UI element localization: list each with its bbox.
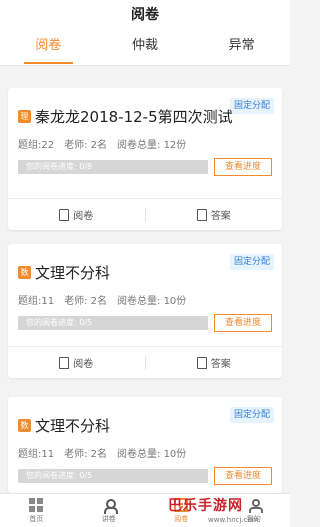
nav-home[interactable]: 首页	[0, 494, 73, 527]
answer-doc-icon	[196, 208, 207, 221]
teacher-count: 老师: 2名	[64, 449, 108, 460]
nav-review[interactable]: 阅卷	[145, 494, 218, 527]
app-screen: 阅卷 阅卷 仲裁 异常 固定分配 理 秦龙龙2018-12-5第四次测试 题组:…	[0, 0, 290, 527]
nav-mine[interactable]: 我的	[218, 494, 291, 527]
exam-title: 数 文理不分科	[18, 415, 212, 436]
tab-exception[interactable]: 异常	[193, 30, 290, 65]
total-review-count: 阅卷总量: 12份	[117, 140, 187, 151]
review-action-label: 阅卷	[73, 211, 94, 222]
teacher-count: 老师: 2名	[64, 140, 108, 151]
exam-title: 理 秦龙龙2018-12-5第四次测试	[18, 106, 233, 127]
answer-action-button[interactable]: 答案	[146, 355, 283, 370]
nav-lecture-label: 讲卷	[101, 514, 116, 523]
review-progress-text: 您的阅卷进度: 0/8	[26, 162, 93, 171]
allocation-tag: 固定分配	[229, 254, 274, 270]
question-group-count: 题组:22	[18, 140, 55, 151]
grid-icon	[29, 497, 44, 512]
nav-mine-label: 我的	[246, 514, 261, 523]
review-action-button[interactable]: 阅卷	[8, 207, 145, 222]
nav-review-label: 阅卷	[174, 514, 189, 523]
answer-doc-icon	[196, 356, 207, 369]
card-actions: 阅卷 答案	[8, 346, 282, 378]
allocation-tag: 固定分配	[229, 98, 274, 114]
view-progress-button[interactable]: 查看进度	[214, 158, 272, 176]
exam-meta: 题组:11 老师: 2名 阅卷总量: 10份	[18, 292, 186, 307]
exam-card: 固定分配 数 文理不分科 题组:11 老师: 2名 阅卷总量: 10份 您的阅卷…	[8, 397, 282, 493]
total-review-count: 阅卷总量: 10份	[117, 449, 187, 460]
review-progress-text: 您的阅卷进度: 0/5	[26, 318, 93, 327]
question-group-count: 题组:11	[18, 296, 55, 307]
allocation-tag: 固定分配	[229, 407, 274, 423]
review-doc-icon	[59, 208, 70, 221]
answer-action-label: 答案	[210, 359, 231, 370]
review-action-label: 阅卷	[73, 359, 94, 370]
answer-action-label: 答案	[210, 211, 231, 222]
page-title: 阅卷	[0, 0, 290, 30]
review-doc-icon	[59, 356, 70, 369]
teacher-count: 老师: 2名	[64, 296, 108, 307]
review-progress-text: 您的阅卷进度: 0/5	[26, 471, 93, 480]
exam-card: 固定分配 数 文理不分科 题组:11 老师: 2名 阅卷总量: 10份 您的阅卷…	[8, 244, 282, 378]
exam-card: 固定分配 理 秦龙龙2018-12-5第四次测试 题组:22 老师: 2名 阅卷…	[8, 88, 282, 230]
view-progress-button[interactable]: 查看进度	[214, 467, 272, 485]
subject-badge: 数	[18, 419, 31, 432]
tab-review[interactable]: 阅卷	[0, 30, 97, 65]
exam-title-text: 文理不分科	[35, 264, 111, 282]
nav-lecture[interactable]: 讲卷	[73, 494, 146, 527]
exam-meta: 题组:11 老师: 2名 阅卷总量: 10份	[18, 445, 186, 460]
exam-title: 数 文理不分科	[18, 262, 212, 283]
paper-icon	[174, 497, 189, 512]
bottom-nav: 首页 讲卷 阅卷 我的	[0, 493, 290, 527]
question-group-count: 题组:11	[18, 449, 55, 460]
review-progress-bar: 您的阅卷进度: 0/8	[18, 160, 208, 174]
exam-meta: 题组:22 老师: 2名 阅卷总量: 12份	[18, 136, 186, 151]
view-progress-button[interactable]: 查看进度	[214, 314, 272, 332]
subject-badge: 理	[18, 110, 31, 123]
tab-arbitration[interactable]: 仲裁	[97, 30, 194, 65]
total-review-count: 阅卷总量: 10份	[117, 296, 187, 307]
subject-badge: 数	[18, 266, 31, 279]
review-action-button[interactable]: 阅卷	[8, 355, 145, 370]
tab-bar: 阅卷 仲裁 异常	[0, 30, 290, 66]
person-board-icon	[102, 498, 118, 514]
card-actions: 阅卷 答案	[8, 198, 282, 230]
answer-action-button[interactable]: 答案	[146, 207, 283, 222]
review-progress-bar: 您的阅卷进度: 0/5	[18, 316, 208, 330]
user-icon	[247, 498, 263, 513]
nav-home-label: 首页	[29, 514, 44, 523]
exam-title-text: 秦龙龙2018-12-5第四次测试	[35, 108, 233, 126]
review-progress-bar: 您的阅卷进度: 0/5	[18, 469, 208, 483]
exam-title-text: 文理不分科	[35, 417, 111, 435]
